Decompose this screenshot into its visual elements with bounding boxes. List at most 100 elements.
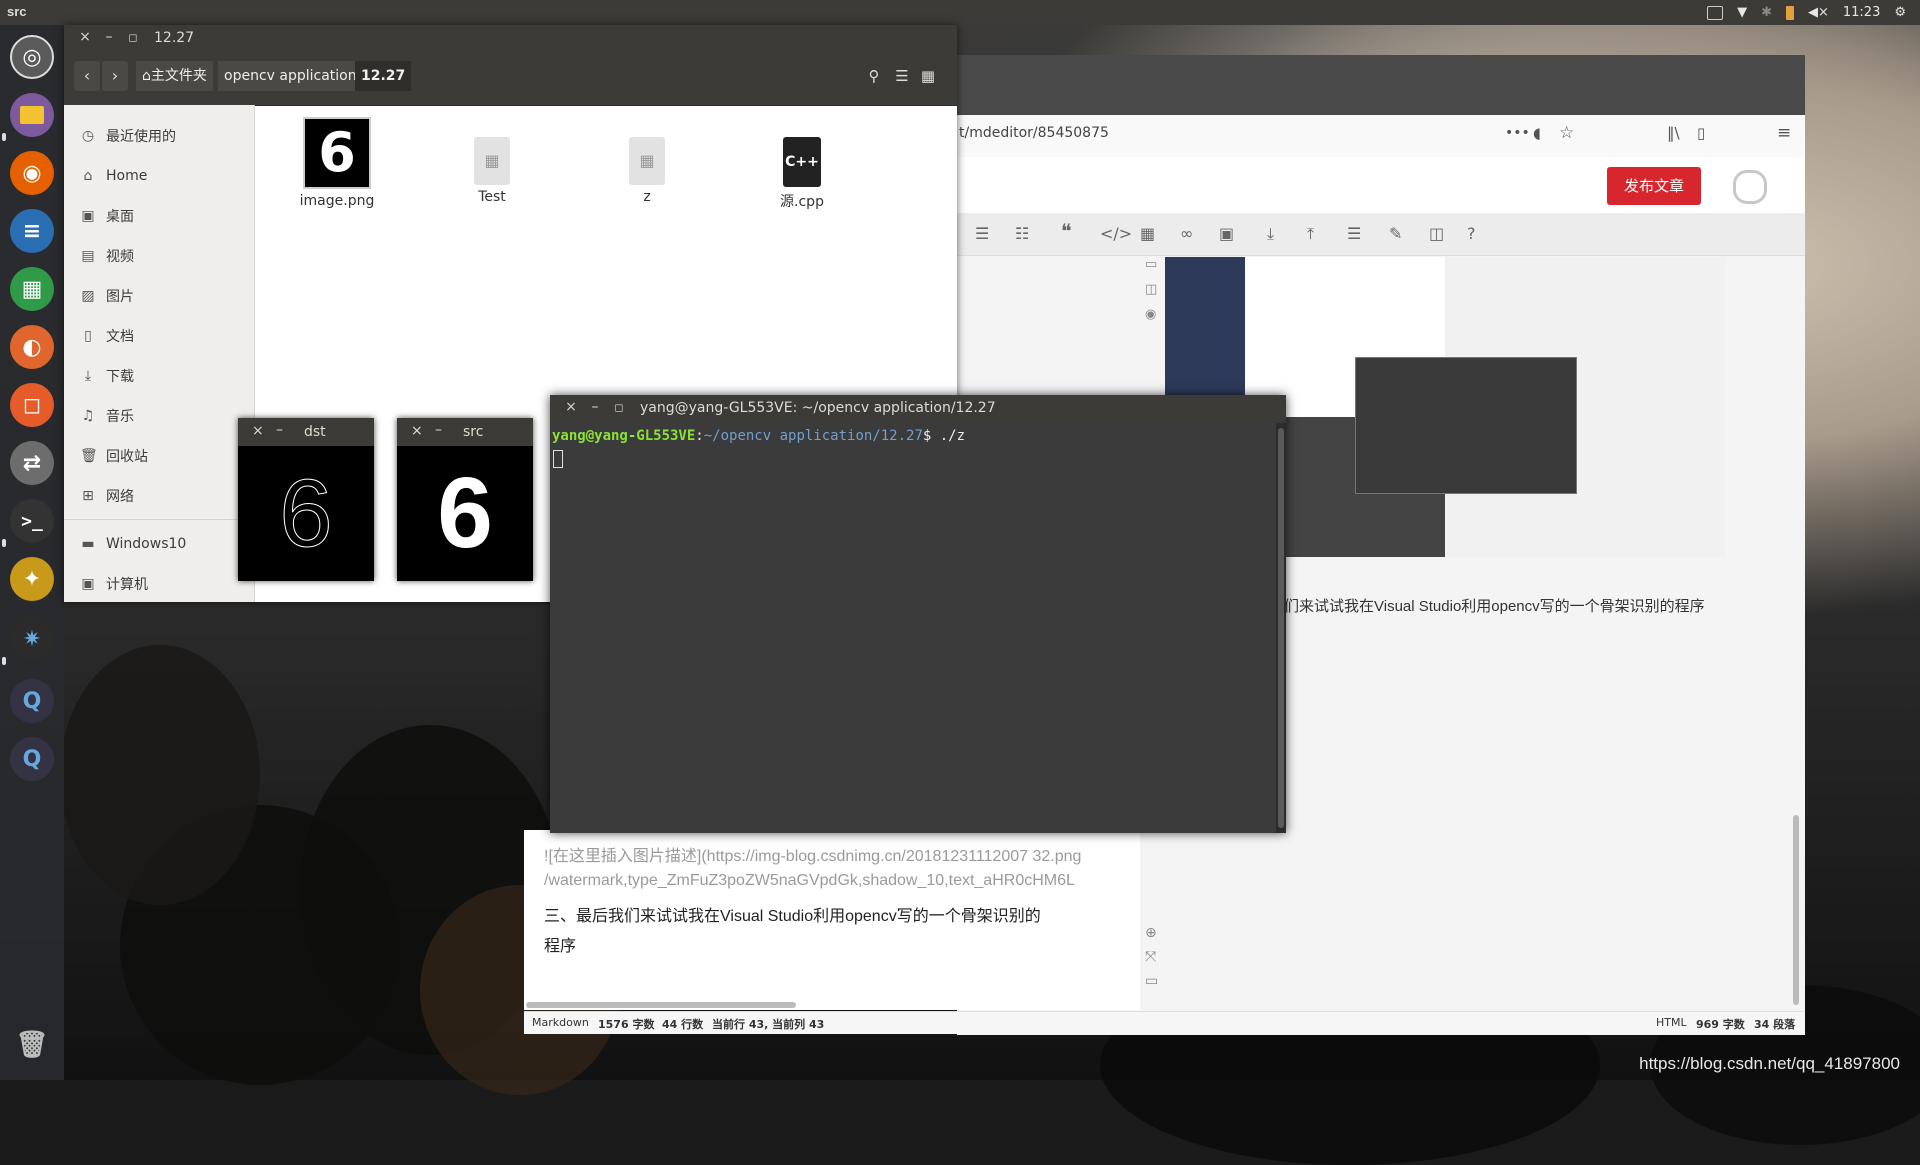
terminal-output[interactable]: yang@yang-GL553VE:~/opencv application/1… <box>550 423 1276 833</box>
draft-icon[interactable]: ✎ <box>1389 224 1402 243</box>
ordered-list-icon[interactable]: ☰ <box>975 224 989 243</box>
sidebar-item-downloads[interactable]: ⤓ 下载 <box>80 365 134 387</box>
status-mode: Markdown <box>532 1016 589 1029</box>
ubuntu-dash-icon[interactable]: ◎ <box>10 35 54 79</box>
files-icon[interactable] <box>10 93 54 137</box>
terminal-icon[interactable]: >_ <box>10 499 54 543</box>
pocket-icon[interactable]: ◖ <box>1533 124 1541 142</box>
file-item-z[interactable]: ▦ z <box>592 137 702 205</box>
list-view-icon[interactable]: ☰ <box>889 61 915 91</box>
active-app-title: src <box>7 4 27 19</box>
breadcrumb-current[interactable]: 12.27 <box>355 61 413 91</box>
grid-view-icon[interactable]: ▦ <box>915 61 941 91</box>
page-actions-icon[interactable]: ••• <box>1505 125 1530 141</box>
settings-toggle-icon[interactable]: ⇄ <box>10 441 54 485</box>
horizontal-scrollbar[interactable] <box>526 1002 796 1008</box>
url-bar[interactable]: t/mdeditor/85450875 <box>959 125 1109 141</box>
firefox-icon[interactable]: ◉ <box>10 151 54 195</box>
sidebar-item-desktop[interactable]: ▣ 桌面 <box>80 205 134 227</box>
minimize-icon[interactable]: – <box>586 399 604 415</box>
clock-icon: ◷ <box>81 128 95 144</box>
preview-toggle-icon[interactable]: ▭ <box>1145 257 1165 272</box>
breadcrumb-folder[interactable]: opencv application <box>218 61 364 91</box>
opencv-window-src: × – src 6 <box>397 418 533 581</box>
video-icon: ▤ <box>81 248 95 264</box>
power-icon[interactable]: ⚙ <box>1894 5 1906 20</box>
sidebar-item-computer[interactable]: ▣ 计算机 <box>80 573 148 595</box>
sidebar-item-recent[interactable]: ◷ 最近使用的 <box>80 125 176 147</box>
link-icon[interactable]: ∞ <box>1180 224 1193 243</box>
quote-icon[interactable]: ❝ <box>1061 219 1072 243</box>
breadcrumb-home[interactable]: ⌂主文件夹 <box>136 61 214 91</box>
minimize-icon[interactable]: – <box>100 29 118 45</box>
close-icon[interactable]: × <box>411 423 423 439</box>
save-icon[interactable]: ◫ <box>1429 224 1444 243</box>
import-icon[interactable]: ⤓ <box>1267 224 1274 244</box>
minimize-icon[interactable]: – <box>276 422 283 438</box>
image-icon[interactable]: ▣ <box>1219 224 1234 243</box>
app-icon[interactable]: ✦ <box>10 557 54 601</box>
sidebar-item-windows10[interactable]: ▬ Windows10 <box>80 533 186 555</box>
qt-icon[interactable]: Q <box>10 679 54 723</box>
layout-icon[interactable]: ▭ <box>1145 973 1158 989</box>
maximize-icon[interactable]: ◻ <box>610 401 628 414</box>
fullscreen-icon[interactable]: ⤧ <box>1145 949 1158 965</box>
help-icon[interactable]: ? <box>1467 224 1476 243</box>
trash-icon[interactable]: 🗑 <box>10 1023 54 1067</box>
code-icon[interactable]: </> <box>1100 224 1132 243</box>
trash-icon: 🗑 <box>80 448 98 464</box>
sidebar-item-trash[interactable]: 🗑 回收站 <box>80 445 148 467</box>
bookmark-star-icon[interactable]: ☆ <box>1559 123 1574 143</box>
export-icon[interactable]: ⤒ <box>1307 224 1314 244</box>
editor-scrollbar[interactable] <box>1793 815 1799 1005</box>
sidebar-item-network[interactable]: ⊞ 网络 <box>80 485 134 507</box>
task-list-icon[interactable]: ☷ <box>1015 224 1029 243</box>
markdown-line: /watermark,type_ZmFuZ3poZW5naGVpdGk,shad… <box>544 872 1075 889</box>
gear-app-icon[interactable]: ✷ <box>10 617 54 661</box>
split-view-icon[interactable]: ◫ <box>1145 282 1165 297</box>
sidebar-item-home[interactable]: ⌂ Home <box>80 165 148 187</box>
bluetooth-icon[interactable]: ✱ <box>1761 5 1772 20</box>
publish-button[interactable]: 发布文章 <box>1607 167 1701 205</box>
back-button[interactable]: ‹ <box>74 61 100 91</box>
csdn-logo-icon[interactable] <box>1733 170 1767 204</box>
library-icon[interactable]: ‖\ <box>1667 124 1680 142</box>
markdown-editor[interactable]: ![在这里插入图片描述](https://img-blog.csdnimg.cn… <box>524 830 1140 1010</box>
close-icon[interactable]: × <box>252 423 264 439</box>
sidebar-item-videos[interactable]: ▤ 视频 <box>80 245 134 267</box>
toc-icon[interactable]: ☰ <box>1347 224 1361 243</box>
file-item-source-cpp[interactable]: C++ 源.cpp <box>747 137 857 211</box>
clock[interactable]: 11:23 <box>1843 5 1880 20</box>
sidebar-icon[interactable]: ▯ <box>1697 124 1705 142</box>
status-html-chars: 969 字数 <box>1696 1018 1745 1031</box>
calc-icon[interactable]: ▦ <box>10 267 54 311</box>
sidebar-item-pictures[interactable]: ▨ 图片 <box>80 285 134 307</box>
eye-icon[interactable]: ◉ <box>1145 307 1165 322</box>
screenshot-icon[interactable]: ◻ <box>10 383 54 427</box>
search-icon[interactable]: ⚲ <box>861 61 887 91</box>
battery-icon[interactable] <box>1785 5 1794 20</box>
writer-icon[interactable]: ≡ <box>10 209 54 253</box>
qt-icon-2[interactable]: Q <box>10 737 54 781</box>
volume-icon[interactable]: ◀× <box>1808 5 1829 20</box>
sidebar-item-documents[interactable]: ▯ 文档 <box>80 325 134 347</box>
file-item-image-png[interactable]: 6 image.png <box>282 117 392 209</box>
wifi-icon[interactable]: ▼ <box>1737 5 1747 20</box>
terminal-scrollbar[interactable] <box>1278 428 1284 828</box>
file-item-test[interactable]: ▦ Test <box>437 137 547 205</box>
close-icon[interactable]: × <box>76 29 94 45</box>
editor-side-icons: ▭ ◫ ◉ <box>1145 257 1165 322</box>
table-icon[interactable]: ▦ <box>1140 224 1155 243</box>
keyboard-icon[interactable] <box>1707 5 1724 20</box>
forward-button[interactable]: › <box>102 61 128 91</box>
minimize-icon[interactable]: – <box>435 422 442 438</box>
maximize-icon[interactable]: ◻ <box>124 31 142 44</box>
sidebar-item-music[interactable]: ♫ 音乐 <box>80 405 134 427</box>
status-paragraphs: 34 段落 <box>1754 1018 1796 1031</box>
photos-icon[interactable]: ◐ <box>10 325 54 369</box>
terminal-command: ./z <box>939 428 966 444</box>
menu-icon[interactable]: ≡ <box>1777 123 1791 143</box>
top-panel: src ▼ ✱ ◀× 11:23 ⚙ <box>0 0 1920 25</box>
locate-icon[interactable]: ⊕ <box>1145 925 1158 941</box>
close-icon[interactable]: × <box>562 399 580 415</box>
